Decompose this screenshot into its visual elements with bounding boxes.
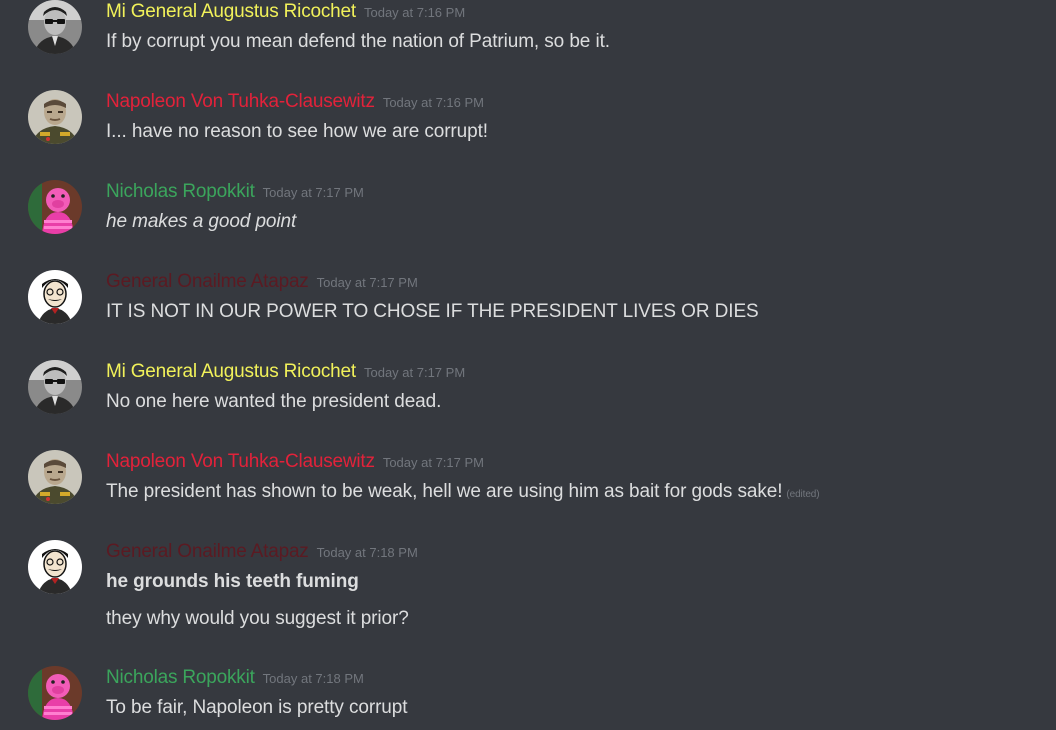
- message-text: he makes a good point: [106, 211, 297, 232]
- uniformed-officer-avatar-icon[interactable]: [28, 450, 82, 504]
- bw-man-with-glasses-avatar-icon[interactable]: [28, 0, 82, 54]
- message-text: To be fair, Napoleon is pretty corrupt: [106, 697, 408, 718]
- timestamp: Today at 7:17 PM: [262, 185, 364, 200]
- chat-message-list: Mi General Augustus Ricochet Today at 7:1…: [0, 0, 1056, 730]
- author-name[interactable]: Napoleon Von Tuhka-Clausewitz: [106, 91, 375, 112]
- message-text: IT IS NOT IN OUR POWER TO CHOSE IF THE P…: [106, 301, 759, 322]
- pink-pig-avatar-icon[interactable]: [28, 180, 82, 234]
- message-text: No one here wanted the president dead.: [106, 391, 442, 412]
- message-text-content: The president has shown to be weak, hell…: [106, 481, 783, 502]
- author-name[interactable]: Mi General Augustus Ricochet: [106, 361, 356, 382]
- message-header: General Onailme Atapaz Today at 7:17 PM: [106, 270, 418, 295]
- message-text: The president has shown to be weak, hell…: [106, 479, 820, 508]
- message-header: Napoleon Von Tuhka-Clausewitz Today at 7:…: [106, 90, 484, 115]
- message-header: Nicholas Ropokkit Today at 7:17 PM: [106, 180, 364, 205]
- author-name[interactable]: Nicholas Ropokkit: [106, 181, 255, 202]
- cartoon-mustache-man-avatar-icon[interactable]: [28, 270, 82, 324]
- uniformed-officer-avatar-icon[interactable]: [28, 90, 82, 144]
- author-name[interactable]: Nicholas Ropokkit: [106, 667, 255, 688]
- cartoon-mustache-man-avatar-icon[interactable]: [28, 540, 82, 594]
- message-text: If by corrupt you mean defend the nation…: [106, 31, 610, 52]
- message-header: Napoleon Von Tuhka-Clausewitz Today at 7:…: [106, 450, 484, 475]
- author-name[interactable]: General Onailme Atapaz: [106, 271, 309, 292]
- timestamp: Today at 7:16 PM: [363, 5, 466, 20]
- author-name[interactable]: Mi General Augustus Ricochet: [106, 1, 356, 22]
- timestamp: Today at 7:18 PM: [316, 545, 418, 560]
- message-text: he grounds his teeth fuming: [106, 571, 359, 592]
- edited-label: (edited): [786, 489, 820, 500]
- author-name[interactable]: Napoleon Von Tuhka-Clausewitz: [106, 451, 375, 472]
- message-text: I... have no reason to see how we are co…: [106, 121, 488, 142]
- timestamp: Today at 7:17 PM: [363, 365, 466, 380]
- timestamp: Today at 7:18 PM: [262, 671, 364, 686]
- timestamp: Today at 7:16 PM: [382, 95, 484, 110]
- bw-man-with-glasses-avatar-icon[interactable]: [28, 360, 82, 414]
- message-header: Mi General Augustus Ricochet Today at 7:1…: [106, 0, 465, 25]
- message-header: General Onailme Atapaz Today at 7:18 PM: [106, 540, 418, 565]
- message-text: they why would you suggest it prior?: [106, 608, 409, 629]
- message-header: Mi General Augustus Ricochet Today at 7:1…: [106, 360, 465, 385]
- message-header: Nicholas Ropokkit Today at 7:18 PM: [106, 666, 364, 691]
- pink-pig-avatar-icon[interactable]: [28, 666, 82, 720]
- timestamp: Today at 7:17 PM: [382, 455, 484, 470]
- author-name[interactable]: General Onailme Atapaz: [106, 541, 309, 562]
- timestamp: Today at 7:17 PM: [316, 275, 418, 290]
